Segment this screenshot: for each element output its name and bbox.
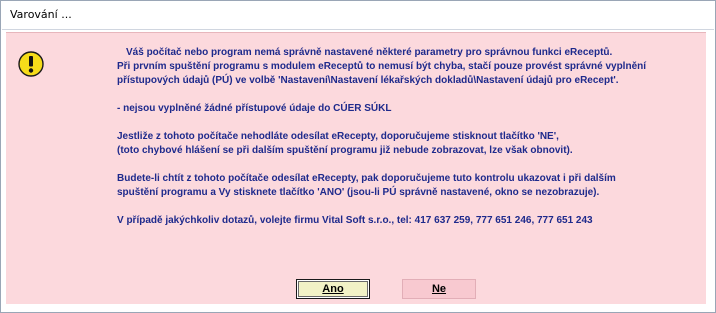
warning-dialog: Varování ... Váš počítač nebo program ne…: [0, 0, 716, 313]
window-title: Varování ...: [10, 8, 72, 21]
message-line: přístupových údajů (PÚ) ve volbě 'Nastav…: [117, 75, 619, 86]
no-button[interactable]: Ne: [402, 279, 476, 299]
message-line: Váš počítač nebo program nemá správně na…: [126, 47, 613, 58]
warning-message: Váš počítač nebo program nemá správně na…: [117, 46, 697, 228]
message-line: Budete-li chtít z tohoto počítače odesíl…: [117, 173, 616, 184]
dialog-body: Váš počítač nebo program nemá správně na…: [6, 32, 706, 304]
message-line: (toto chybové hlášení se při dalším spuš…: [117, 145, 573, 156]
message-line: - nejsou vyplněné žádné přístupové údaje…: [117, 103, 392, 114]
warning-icon: [18, 51, 44, 77]
title-bar[interactable]: Varování ...: [2, 2, 714, 30]
yes-button[interactable]: Ano: [296, 279, 370, 299]
message-line: Jestliže z tohoto počítače nehodláte ode…: [117, 131, 559, 142]
message-line: spuštění programu a Vy stisknete tlačítk…: [117, 187, 600, 198]
message-line: V případě jakýchkoliv dotazů, volejte fi…: [117, 215, 593, 226]
message-line: Při prvním spuštění programu s modulem e…: [117, 61, 647, 72]
